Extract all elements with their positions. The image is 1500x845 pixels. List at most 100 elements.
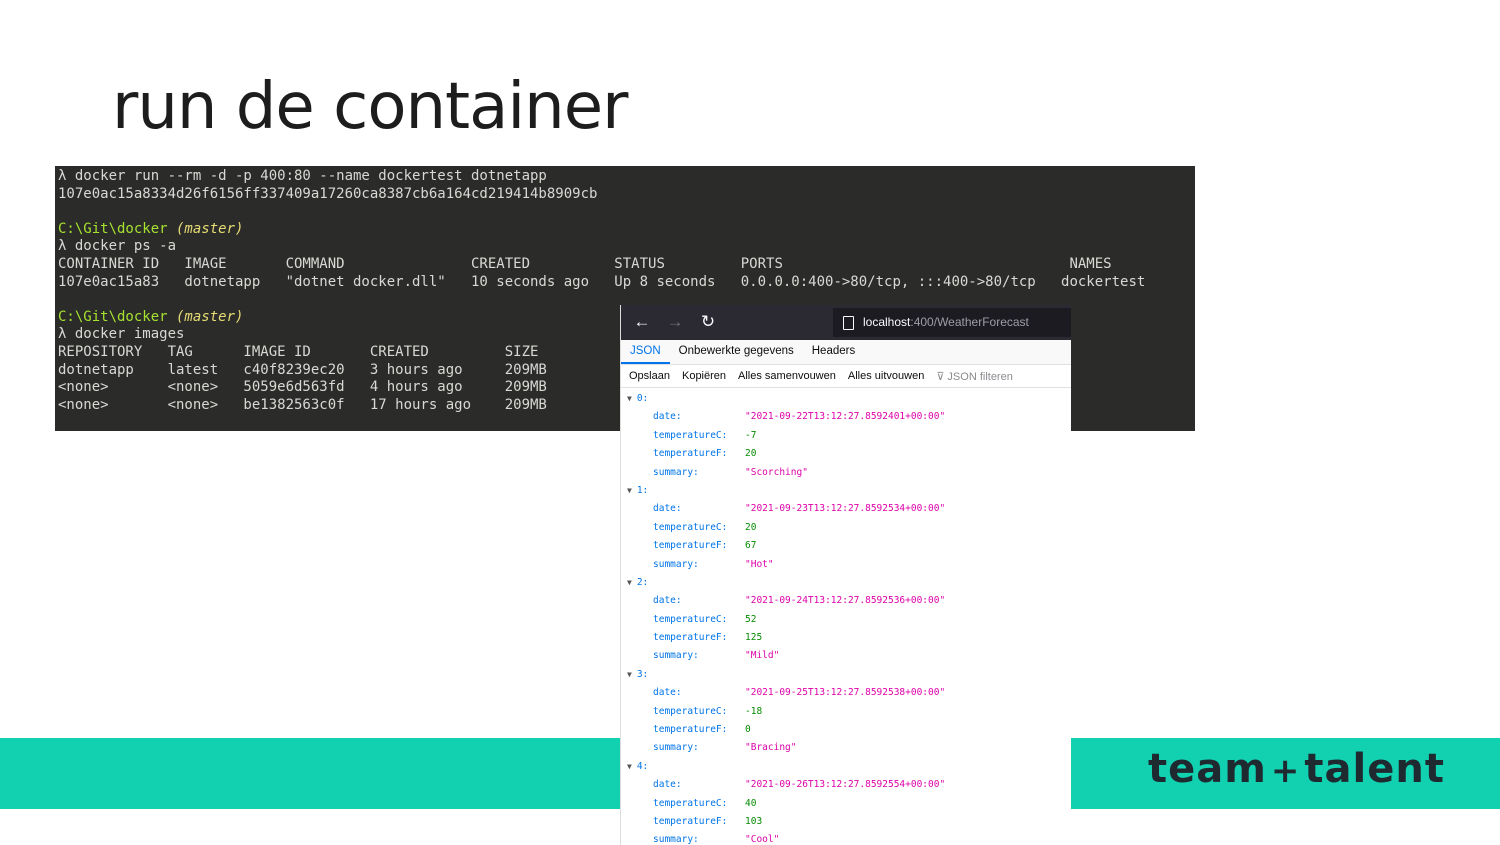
- json-property-row: temperatureC: 52: [621, 611, 1071, 629]
- url-path: :400/WeatherForecast: [910, 315, 1029, 329]
- json-property-row: date: "2021-09-22T13:12:27.8592401+00:00": [621, 408, 1071, 426]
- url-host: localhost: [863, 315, 911, 329]
- save-button[interactable]: Opslaan: [629, 370, 670, 382]
- json-property-row: date: "2021-09-26T13:12:27.8592554+00:00": [621, 776, 1071, 794]
- json-array-index[interactable]: ▼ 1:: [621, 482, 1071, 500]
- copy-button[interactable]: Kopiëren: [682, 370, 726, 382]
- json-property-row: temperatureC: -7: [621, 427, 1071, 445]
- json-key: summary:: [653, 466, 699, 478]
- json-property-row: summary: "Cool": [621, 831, 1071, 845]
- json-value: 20: [745, 521, 757, 533]
- json-tree: ▼ 0: date: "2021-09-22T13:12:27.8592401+00:…: [621, 388, 1071, 845]
- index-label: 0:: [636, 393, 649, 404]
- json-toolbar: Opslaan Kopiëren Alles samenvouwen Alles…: [621, 365, 1071, 388]
- json-key: date:: [653, 779, 682, 791]
- index-label: 2:: [636, 576, 649, 588]
- expand-triangle-icon[interactable]: ▼: [627, 670, 632, 679]
- prompt-path: C:\Git\docker: [58, 220, 168, 237]
- tab-raw-data[interactable]: Onbewerkte gegevens: [670, 340, 803, 364]
- json-value: 20: [745, 448, 757, 460]
- address-bar[interactable]: localhost:400/WeatherForecast: [833, 308, 1071, 337]
- logo-word-team: team: [1148, 746, 1267, 792]
- json-property-row: temperatureF: 0: [621, 721, 1071, 739]
- json-property-row: date: "2021-09-25T13:12:27.8592538+00:00": [621, 684, 1071, 702]
- json-key: date:: [653, 595, 682, 607]
- json-property-row: date: "2021-09-24T13:12:27.8592536+00:00": [621, 592, 1071, 610]
- json-value: "2021-09-24T13:12:27.8592536+00:00": [745, 595, 946, 607]
- json-value: -7: [745, 429, 757, 441]
- json-key: summary:: [653, 834, 699, 845]
- filter-icon: ⊽: [936, 370, 948, 383]
- json-array-index[interactable]: ▼ 2:: [621, 574, 1071, 592]
- json-property-row: date: "2021-09-23T13:12:27.8592534+00:00": [621, 500, 1071, 518]
- collapse-all-button[interactable]: Alles samenvouwen: [738, 370, 836, 382]
- json-key: temperatureC:: [653, 429, 728, 441]
- json-value: 125: [745, 632, 763, 644]
- expand-all-button[interactable]: Alles uitvouwen: [848, 370, 924, 382]
- json-key: temperatureF:: [653, 815, 728, 827]
- json-property-row: summary: "Mild": [621, 647, 1071, 665]
- json-key: temperatureC:: [653, 521, 728, 533]
- json-value: "2021-09-26T13:12:27.8592554+00:00": [745, 779, 946, 791]
- json-property-row: summary: "Hot": [621, 556, 1071, 574]
- terminal-line: 107e0ac15a83 dotnetapp "dotnet docker.dl…: [58, 273, 1146, 290]
- json-key: date:: [653, 503, 682, 515]
- json-key: date:: [653, 411, 682, 423]
- json-property-row: summary: "Scorching": [621, 464, 1071, 482]
- json-viewer-tabs: JSON Onbewerkte gegevens Headers: [621, 340, 1071, 365]
- json-property-row: temperatureC: 20: [621, 519, 1071, 537]
- team-talent-logo: team + talent: [1148, 746, 1445, 792]
- tab-headers[interactable]: Headers: [803, 340, 864, 364]
- json-key: temperatureF:: [653, 724, 728, 736]
- browser-window: ← → ↻ localhost:400/WeatherForecast JSON…: [620, 305, 1071, 845]
- json-value: "2021-09-22T13:12:27.8592401+00:00": [745, 411, 946, 423]
- browser-toolbar: ← → ↻ localhost:400/WeatherForecast: [621, 305, 1071, 340]
- filter-placeholder: JSON filteren: [947, 370, 1013, 383]
- prompt-branch: (master): [167, 308, 244, 325]
- json-value: "Bracing": [745, 742, 797, 754]
- reload-icon[interactable]: ↻: [697, 311, 719, 333]
- logo-word-talent: talent: [1304, 746, 1445, 792]
- terminal-line: 107e0ac15a8334d26f6156ff337409a17260ca83…: [58, 185, 598, 202]
- expand-triangle-icon[interactable]: ▼: [627, 394, 632, 403]
- forward-icon[interactable]: →: [664, 311, 686, 333]
- index-label: 3:: [636, 668, 649, 680]
- json-array-index[interactable]: ▼ 0:: [621, 390, 1071, 408]
- expand-triangle-icon[interactable]: ▼: [627, 762, 632, 771]
- expand-triangle-icon[interactable]: ▼: [627, 578, 632, 587]
- index-label: 4:: [636, 760, 649, 772]
- json-key: temperatureF:: [653, 540, 728, 552]
- logo-plus: +: [1270, 751, 1301, 791]
- json-property-row: summary: "Bracing": [621, 739, 1071, 757]
- slide-title: run de container: [112, 70, 628, 144]
- json-value: 0: [745, 724, 751, 736]
- expand-triangle-icon[interactable]: ▼: [627, 486, 632, 495]
- json-value: "2021-09-25T13:12:27.8592538+00:00": [745, 687, 946, 699]
- json-array-index[interactable]: ▼ 4:: [621, 758, 1071, 776]
- json-value: "Hot": [745, 558, 774, 570]
- json-property-row: temperatureC: 40: [621, 795, 1071, 813]
- json-key: temperatureF:: [653, 632, 728, 644]
- json-property-row: temperatureF: 20: [621, 445, 1071, 463]
- json-value: -18: [745, 705, 763, 717]
- json-filter-input[interactable]: ⊽ JSON filteren: [936, 370, 1013, 383]
- prompt-branch: (master): [167, 220, 244, 237]
- json-key: temperatureC:: [653, 613, 728, 625]
- json-array-index[interactable]: ▼ 3:: [621, 666, 1071, 684]
- index-label: 1:: [636, 484, 649, 496]
- terminal-line: λ docker run --rm -d -p 400:80 --name do…: [58, 168, 547, 184]
- json-key: date:: [653, 687, 682, 699]
- back-icon[interactable]: ←: [631, 311, 653, 333]
- json-value: "Scorching": [745, 466, 808, 478]
- json-key: summary:: [653, 558, 699, 570]
- json-property-row: temperatureF: 125: [621, 629, 1071, 647]
- json-value: "2021-09-23T13:12:27.8592534+00:00": [745, 503, 946, 515]
- json-property-row: temperatureF: 103: [621, 813, 1071, 831]
- json-value: 52: [745, 613, 757, 625]
- terminal-line: λ docker ps -a: [58, 238, 177, 255]
- json-key: summary:: [653, 650, 699, 662]
- terminal-line: CONTAINER ID IMAGE COMMAND CREATED STATU…: [58, 255, 1112, 272]
- tab-json[interactable]: JSON: [621, 340, 670, 364]
- json-value: "Cool": [745, 834, 780, 845]
